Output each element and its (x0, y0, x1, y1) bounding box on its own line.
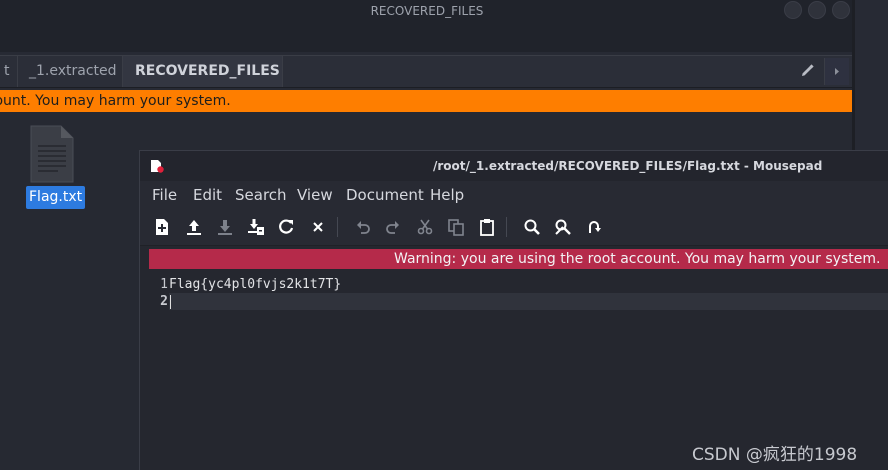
csdn-watermark: CSDN @疯狂的1998 (692, 445, 858, 465)
mousepad-title: /root/_1.extracted/RECOVERED_FILES/Flag.… (433, 159, 823, 173)
save-as-icon[interactable] (247, 218, 265, 236)
toolbar-separator (506, 217, 507, 237)
reload-icon[interactable] (277, 218, 295, 236)
toolbar-separator (337, 217, 338, 237)
menu-document[interactable]: Document (346, 181, 424, 209)
redo-icon[interactable] (384, 218, 402, 236)
line-number: 2 (160, 294, 168, 309)
line-number: 1 (160, 277, 168, 292)
file-manager-titlebar[interactable]: RECOVERED_FILES (0, 0, 854, 52)
close-window-button[interactable] (832, 1, 850, 19)
menu-help[interactable]: Help (430, 181, 464, 209)
text-file-icon[interactable] (30, 125, 74, 183)
toolbar (140, 209, 888, 246)
find-replace-icon[interactable] (554, 218, 572, 236)
open-file-icon[interactable] (185, 218, 203, 236)
new-file-icon[interactable] (153, 218, 171, 236)
menu-bar: File Edit Search View Document Help (140, 181, 888, 209)
mousepad-window: /root/_1.extracted/RECOVERED_FILES/Flag.… (139, 150, 888, 470)
file-name-flag-txt[interactable]: Flag.txt (26, 186, 86, 209)
desktop: RECOVERED_FILES t _1.extracted RECOVERED… (0, 0, 888, 470)
root-warning-bar: Warning: you are using the root account.… (149, 249, 888, 269)
tab-scroll-button[interactable] (824, 58, 849, 85)
file-manager-title: RECOVERED_FILES (370, 4, 484, 18)
menu-edit[interactable]: Edit (193, 181, 222, 209)
menu-file[interactable]: File (152, 181, 177, 209)
maximize-button[interactable] (808, 1, 826, 19)
tab-recovered-files[interactable]: RECOVERED_FILES (123, 56, 283, 87)
mousepad-titlebar[interactable]: /root/_1.extracted/RECOVERED_FILES/Flag.… (140, 151, 888, 181)
chevron-right-icon (835, 68, 839, 75)
edit-location-icon[interactable] (800, 64, 814, 78)
undo-icon[interactable] (354, 218, 372, 236)
tab-1-extracted[interactable]: _1.extracted (18, 56, 123, 87)
copy-icon[interactable] (447, 218, 465, 236)
mousepad-app-icon (151, 160, 164, 173)
editor-line[interactable]: Flag{yc4pl0fvjs2k1t7T} (169, 276, 888, 293)
minimize-button[interactable] (784, 1, 802, 19)
go-to-icon[interactable] (585, 218, 603, 236)
file-manager-root-warning: ot account. You may harm your system. (0, 90, 852, 112)
text-cursor (170, 295, 171, 309)
paste-icon[interactable] (478, 218, 496, 236)
find-icon[interactable] (523, 218, 541, 236)
save-icon[interactable] (216, 218, 234, 236)
file-manager-tab-bar: t _1.extracted RECOVERED_FILES (0, 55, 852, 88)
tab-partial[interactable]: t (0, 56, 18, 87)
file-manager-warning-text: ot account. You may harm your system. (0, 93, 231, 109)
menu-search[interactable]: Search (235, 181, 287, 209)
cut-icon[interactable] (416, 218, 434, 236)
menu-view[interactable]: View (297, 181, 333, 209)
close-icon[interactable] (309, 218, 327, 236)
root-warning-text: Warning: you are using the root account.… (394, 251, 881, 267)
editor-current-line[interactable] (169, 293, 888, 310)
